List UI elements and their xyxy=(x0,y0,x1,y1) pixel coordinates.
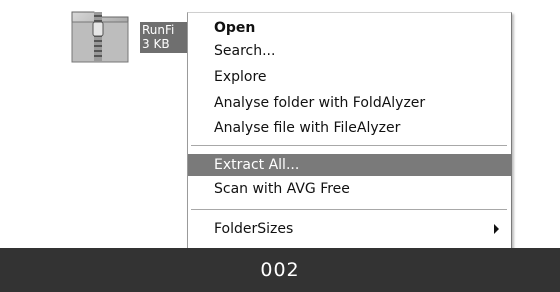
menu-item-foldersizes[interactable]: FolderSizes xyxy=(188,218,511,240)
file-label: RunFi 3 KB xyxy=(140,22,190,53)
menu-separator xyxy=(191,145,507,147)
menu-item-extract-all[interactable]: Extract All... xyxy=(188,154,511,176)
file-size: 3 KB xyxy=(142,37,170,51)
file-item[interactable]: RunFi 3 KB xyxy=(66,8,196,68)
file-name: RunFi xyxy=(142,23,175,37)
menu-item-foldersizes-label: FolderSizes xyxy=(214,221,294,237)
zip-folder-icon xyxy=(71,11,129,63)
menu-item-scan-avg[interactable]: Scan with AVG Free xyxy=(188,178,511,200)
menu-item-analyse-file[interactable]: Analyse file with FileAlyzer xyxy=(188,117,511,139)
menu-separator xyxy=(191,209,507,211)
menu-item-open[interactable]: Open xyxy=(188,17,511,39)
menu-item-search[interactable]: Search... xyxy=(188,40,511,62)
menu-item-explore[interactable]: Explore xyxy=(188,66,511,88)
submenu-arrow-icon xyxy=(494,224,499,234)
context-menu: Open Search... Explore Analyse folder wi… xyxy=(187,12,512,248)
menu-item-analyse-folder[interactable]: Analyse folder with FoldAlyzer xyxy=(188,92,511,114)
footer-caption: 002 xyxy=(0,248,560,292)
desktop-area: RunFi 3 KB Open Search... Explore Analys… xyxy=(0,0,560,248)
